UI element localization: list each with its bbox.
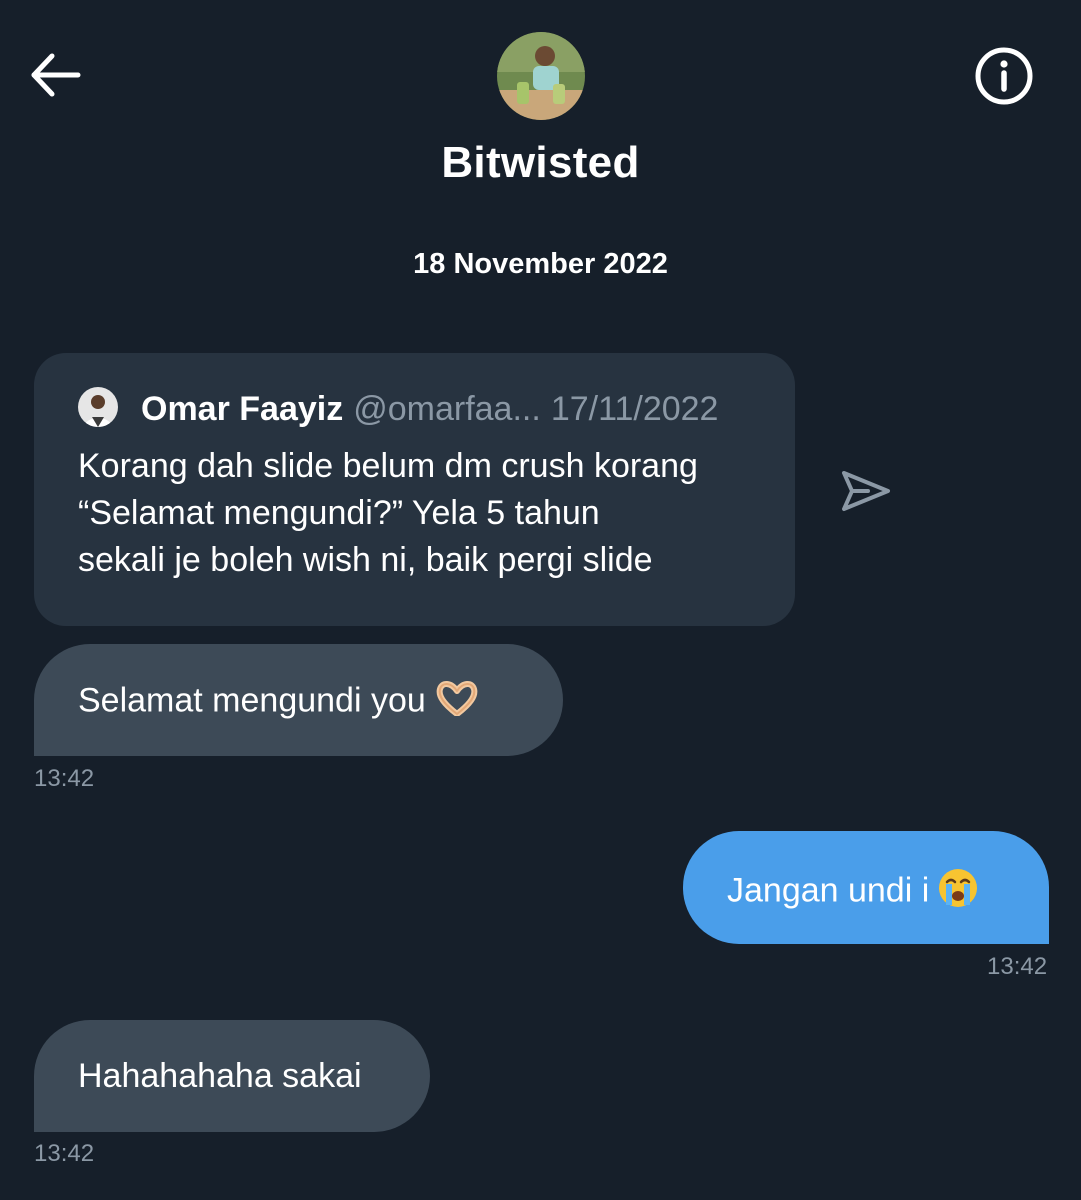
loudly-crying-face-emoji-icon	[937, 867, 979, 918]
sent-message-bubble[interactable]: Jangan undi i	[683, 831, 1049, 944]
contact-avatar[interactable]	[497, 32, 585, 120]
quoted-tweet-text: Korang dah slide belum dm crush korang “…	[78, 443, 778, 584]
message-text: Jangan undi i	[727, 871, 930, 910]
date-separator: 18 November 2022	[413, 248, 668, 280]
quoted-tweet-card[interactable]: Omar Faayiz @omarfaa... 17/11/2022 Korang …	[34, 353, 795, 626]
quoted-tweet-author-name: Omar Faayiz	[141, 390, 344, 428]
conversation-info-button[interactable]	[974, 46, 1034, 106]
received-message-bubble[interactable]: Hahahahaha sakai	[34, 1020, 430, 1132]
message-timestamp: 13:42	[34, 765, 95, 792]
quoted-tweet-text-line: Korang dah slide belum dm crush korang	[78, 447, 698, 485]
quoted-tweet-date: 17/11/2022	[550, 390, 719, 428]
message-text: Hahahahaha sakai	[78, 1057, 362, 1095]
quoted-tweet-author-avatar-image	[78, 387, 118, 427]
contact-avatar-image	[497, 32, 585, 120]
dm-conversation-screen: Bitwisted 18 November 2022 Omar Faayiz @o…	[0, 0, 1081, 1200]
message-timestamp: 13:42	[987, 953, 1048, 980]
arrow-left-icon	[31, 53, 81, 97]
quoted-tweet-text-line: sekali je boleh wish ni, baik pergi slid…	[78, 541, 653, 579]
send-icon	[842, 471, 890, 511]
quoted-tweet-header: Omar Faayiz @omarfaa... 17/11/2022	[141, 389, 718, 429]
contact-name[interactable]: Bitwisted	[0, 138, 1081, 188]
quoted-tweet-author-avatar	[78, 387, 118, 427]
message-text: Selamat mengundi you	[78, 681, 426, 720]
quoted-tweet-text-line: “Selamat mengundi?” Yela 5 tahun	[78, 494, 600, 532]
received-message-bubble[interactable]: Selamat mengundi you	[34, 644, 563, 756]
message-timestamp: 13:42	[34, 1140, 95, 1167]
heart-hands-emoji-icon	[434, 680, 480, 725]
back-button[interactable]	[28, 50, 84, 100]
share-tweet-button[interactable]	[838, 463, 894, 519]
info-circle-icon	[975, 47, 1033, 105]
quoted-tweet-author-handle: @omarfaa...	[353, 390, 541, 428]
